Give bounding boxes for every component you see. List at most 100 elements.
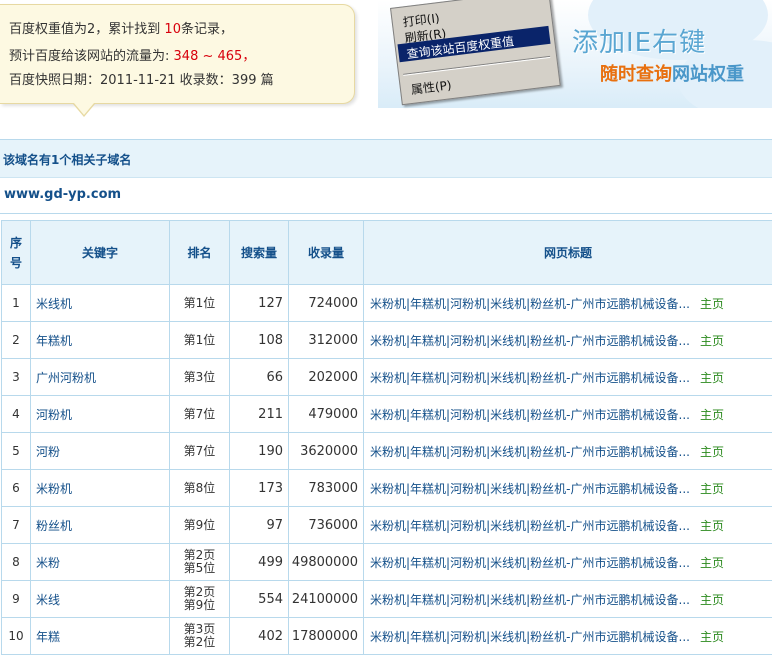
indexed-count-cell: 24100000 [288, 580, 364, 618]
subdomain-link[interactable]: www.gd-yp.com [4, 187, 121, 202]
home-link[interactable]: 主页 [700, 408, 724, 422]
keyword-link[interactable]: 米线 [30, 580, 170, 618]
row-number: 2 [1, 321, 31, 359]
indexed-count-cell: 736000 [288, 506, 364, 544]
keyword-link[interactable]: 粉丝机 [30, 506, 170, 544]
indexed-count-cell: 783000 [288, 469, 364, 507]
traffic-estimate-suffix: ， [242, 49, 256, 64]
table-row: 8 米粉 第2页 第5位 499 49800000 米粉机|年糕机|河粉机|米线机|粉丝机-… [1, 543, 772, 581]
page-title-cell: 米粉机|年糕机|河粉机|米线机|粉丝机-广州市远鹏机械设备... 主页 [363, 617, 772, 655]
search-volume-cell: 108 [229, 321, 289, 359]
traffic-estimate-line: 预计百度给该网站的流量为: 348 ~ 465， [9, 45, 255, 64]
page-title-link[interactable]: 米粉机|年糕机|河粉机|米线机|粉丝机-广州市远鹏机械设备... [370, 556, 690, 570]
search-volume-cell: 190 [229, 432, 289, 470]
weight-info-bubble: 百度权重值为2，累计找到 10条记录， 预计百度给该网站的流量为: 348 ~ … [0, 4, 355, 117]
keyword-link[interactable]: 年糕 [30, 617, 170, 655]
table-row: 9 米线 第2页 第9位 554 24100000 米粉机|年糕机|河粉机|米线机|粉丝机-… [1, 580, 772, 618]
banner-title: 添加IE右键 [572, 28, 707, 58]
rank-cell: 第2页 第5位 [169, 543, 230, 581]
home-link[interactable]: 主页 [700, 519, 724, 533]
page-title-cell: 米粉机|年糕机|河粉机|米线机|粉丝机-广州市远鹏机械设备... 主页 [363, 543, 772, 581]
table-row: 6 米粉机 第8位 173 783000 米粉机|年糕机|河粉机|米线机|粉丝机-广州市远… [1, 469, 772, 507]
page-title-link[interactable]: 米粉机|年糕机|河粉机|米线机|粉丝机-广州市远鹏机械设备... [370, 482, 690, 496]
page-title-cell: 米粉机|年糕机|河粉机|米线机|粉丝机-广州市远鹏机械设备... 主页 [363, 506, 772, 544]
weight-summary-text: 百度权重值为2，累计找到 [9, 22, 161, 37]
home-link[interactable]: 主页 [700, 334, 724, 348]
home-link[interactable]: 主页 [700, 556, 724, 570]
indexed-count-cell: 479000 [288, 395, 364, 433]
divider [0, 213, 772, 214]
header-search-volume: 搜索量 [229, 220, 289, 285]
row-number: 4 [1, 395, 31, 433]
traffic-estimate-range: 348 ~ 465 [173, 49, 243, 64]
page-title-link[interactable]: 米粉机|年糕机|河粉机|米线机|粉丝机-广州市远鹏机械设备... [370, 630, 690, 644]
table-row: 10 年糕 第3页 第2位 402 17800000 米粉机|年糕机|河粉机|米线机|粉丝机… [1, 617, 772, 655]
indexed-count-cell: 202000 [288, 358, 364, 396]
rank-cell: 第8位 [169, 469, 230, 507]
indexed-count-cell: 312000 [288, 321, 364, 359]
table-header-row: 序号 关键字 排名 搜索量 收录量 网页标题 [1, 220, 772, 285]
page-title-link[interactable]: 米粉机|年糕机|河粉机|米线机|粉丝机-广州市远鹏机械设备... [370, 408, 690, 422]
search-volume-cell: 211 [229, 395, 289, 433]
menu-item-properties: 属性(P) [410, 78, 453, 97]
rank-cell: 第3页 第2位 [169, 617, 230, 655]
home-link[interactable]: 主页 [700, 630, 724, 644]
record-count-suffix: 条记录， [180, 22, 233, 37]
home-link[interactable]: 主页 [700, 445, 724, 459]
keyword-link[interactable]: 年糕机 [30, 321, 170, 359]
search-volume-cell: 66 [229, 358, 289, 396]
page-title-link[interactable]: 米粉机|年糕机|河粉机|米线机|粉丝机-广州市远鹏机械设备... [370, 334, 690, 348]
row-number: 10 [1, 617, 31, 655]
table-row: 2 年糕机 第1位 108 312000 米粉机|年糕机|河粉机|米线机|粉丝机-广州市远… [1, 321, 772, 359]
home-link[interactable]: 主页 [700, 593, 724, 607]
home-link[interactable]: 主页 [700, 371, 724, 385]
header-no: 序号 [1, 220, 31, 285]
page-title-cell: 米粉机|年糕机|河粉机|米线机|粉丝机-广州市远鹏机械设备... 主页 [363, 580, 772, 618]
keyword-link[interactable]: 米粉机 [30, 469, 170, 507]
page-title-cell: 米粉机|年糕机|河粉机|米线机|粉丝机-广州市远鹏机械设备... 主页 [363, 395, 772, 433]
page-title-cell: 米粉机|年糕机|河粉机|米线机|粉丝机-广州市远鹏机械设备... 主页 [363, 432, 772, 470]
indexed-count-cell: 17800000 [288, 617, 364, 655]
page-title-cell: 米粉机|年糕机|河粉机|米线机|粉丝机-广州市远鹏机械设备... 主页 [363, 284, 772, 322]
page-title-link[interactable]: 米粉机|年糕机|河粉机|米线机|粉丝机-广州市远鹏机械设备... [370, 519, 690, 533]
keyword-link[interactable]: 米粉 [30, 543, 170, 581]
traffic-estimate-label: 预计百度给该网站的流量为: [9, 49, 170, 64]
search-volume-cell: 402 [229, 617, 289, 655]
home-link[interactable]: 主页 [700, 482, 724, 496]
rank-cell: 第9位 [169, 506, 230, 544]
keyword-link[interactable]: 河粉机 [30, 395, 170, 433]
snapshot-date-line: 百度快照日期：2011-11-21 收录数：399 篇 [9, 73, 274, 88]
table-row: 1 米线机 第1位 127 724000 米粉机|年糕机|河粉机|米线机|粉丝机-广州市远… [1, 284, 772, 322]
rank-cell: 第1位 [169, 321, 230, 359]
weight-summary-line: 百度权重值为2，累计找到 10条记录， [9, 18, 233, 37]
row-number: 5 [1, 432, 31, 470]
page-title-link[interactable]: 米粉机|年糕机|河粉机|米线机|粉丝机-广州市远鹏机械设备... [370, 593, 690, 607]
search-volume-cell: 127 [229, 284, 289, 322]
search-volume-cell: 173 [229, 469, 289, 507]
indexed-count-cell: 49800000 [288, 543, 364, 581]
keyword-link[interactable]: 米线机 [30, 284, 170, 322]
home-link[interactable]: 主页 [700, 297, 724, 311]
rank-cell: 第7位 [169, 432, 230, 470]
keyword-link[interactable]: 广州河粉机 [30, 358, 170, 396]
rank-cell: 第7位 [169, 395, 230, 433]
page-title-link[interactable]: 米粉机|年糕机|河粉机|米线机|粉丝机-广州市远鹏机械设备... [370, 297, 690, 311]
indexed-count-cell: 3620000 [288, 432, 364, 470]
table-row: 3 广州河粉机 第3位 66 202000 米粉机|年糕机|河粉机|米线机|粉丝机-广州市… [1, 358, 772, 396]
subdomain-heading: 该域名有1个相关子域名 [3, 153, 132, 167]
row-number: 6 [1, 469, 31, 507]
rank-cell: 第1位 [169, 284, 230, 322]
keyword-ranking-table: 序号 关键字 排名 搜索量 收录量 网页标题 1 米线机 第1位 127 724000 米… [1, 220, 772, 655]
page-title-cell: 米粉机|年糕机|河粉机|米线机|粉丝机-广州市远鹏机械设备... 主页 [363, 321, 772, 359]
page-title-link[interactable]: 米粉机|年糕机|河粉机|米线机|粉丝机-广州市远鹏机械设备... [370, 445, 690, 459]
page-title-link[interactable]: 米粉机|年糕机|河粉机|米线机|粉丝机-广州市远鹏机械设备... [370, 371, 690, 385]
table-row: 5 河粉 第7位 190 3620000 米粉机|年糕机|河粉机|米线机|粉丝机-广州市远… [1, 432, 772, 470]
rank-cell: 第2页 第9位 [169, 580, 230, 618]
keyword-link[interactable]: 河粉 [30, 432, 170, 470]
row-number: 3 [1, 358, 31, 396]
banner-subtitle: 随时查询网站权重 [600, 64, 744, 85]
header-indexed-count: 收录量 [288, 220, 364, 285]
header-rank: 排名 [169, 220, 230, 285]
page-title-cell: 米粉机|年糕机|河粉机|米线机|粉丝机-广州市远鹏机械设备... 主页 [363, 358, 772, 396]
search-volume-cell: 97 [229, 506, 289, 544]
